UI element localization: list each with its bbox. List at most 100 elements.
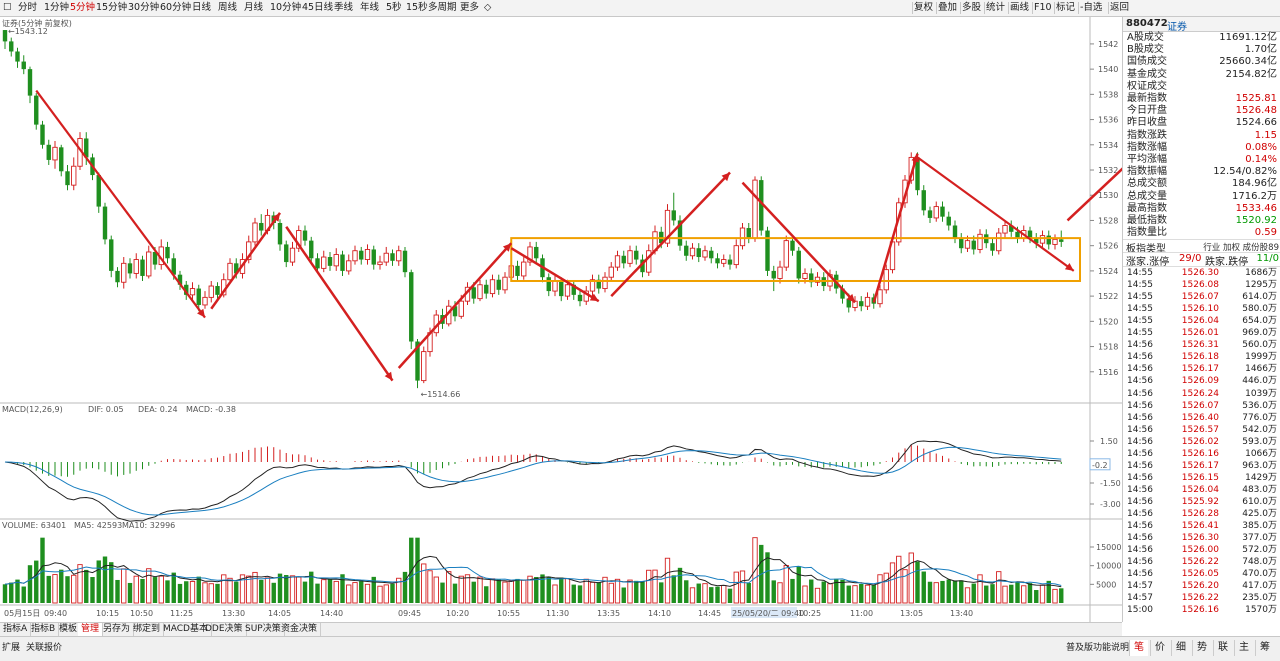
tick-price: 1526.24 (1181, 388, 1219, 399)
candle-body (559, 280, 564, 297)
time-axis-label: 14:45 (698, 609, 721, 618)
period-tab[interactable]: 30分钟 (128, 1, 159, 15)
volume-bar (2, 584, 8, 603)
volume-bar (471, 581, 476, 603)
tick-volume: 610.0万 (1242, 496, 1277, 507)
indicator-tab[interactable]: 另存为 (100, 623, 135, 636)
panel-mode-button[interactable]: 细 (1171, 640, 1190, 656)
tick-volume: 542.0万 (1242, 424, 1277, 435)
bottom-tab[interactable]: 扩展 (2, 641, 20, 655)
indicator-tab[interactable]: 资金决策 (278, 623, 322, 636)
time-axis-label: 25/05/20/二 09:40 (732, 609, 804, 618)
toolbar-button[interactable]: 统计 (986, 1, 1005, 15)
tick-volume: 1039万 (1245, 388, 1277, 399)
period-tab[interactable]: 5分钟 (70, 1, 95, 15)
chart-background (0, 17, 1122, 622)
volume-bar (546, 576, 551, 603)
volume-bar (765, 552, 770, 603)
volume-bar (227, 577, 233, 604)
tick-price: 1526.17 (1181, 460, 1219, 471)
candle-body (733, 245, 739, 266)
volume-bar (559, 577, 564, 603)
tick-price: 1526.07 (1181, 400, 1219, 411)
tick-volume: 1999万 (1245, 352, 1277, 363)
volume-bar (302, 581, 308, 603)
toolbar-button[interactable]: 标记 (1056, 1, 1075, 15)
time-axis-label: 10:25 (798, 609, 821, 618)
period-tab[interactable]: 10分钟 (270, 1, 301, 15)
toolbar-button[interactable]: F10 (1034, 1, 1052, 15)
candle-body (921, 190, 926, 211)
toolbar-button[interactable]: 返回 (1110, 1, 1129, 15)
help-link[interactable]: 普及版功能说明 (1066, 641, 1129, 655)
toolbar-button[interactable]: 多股 (962, 1, 981, 15)
bottom-tab[interactable]: 关联报价 (26, 641, 62, 655)
panel-mode-button[interactable]: 主 (1234, 640, 1253, 656)
period-tab[interactable]: 月线 (244, 1, 263, 15)
volume-bar (664, 557, 671, 604)
period-tab[interactable]: 年线 (360, 1, 379, 15)
toolbar-button[interactable]: 复权 (914, 1, 933, 15)
period-tab[interactable]: 15分钟 (96, 1, 127, 15)
stat-value: 1524.66 (1235, 117, 1277, 129)
toolbar-button[interactable]: 叠加 (938, 1, 957, 15)
candle-body (321, 256, 327, 269)
panel-mode-button[interactable]: 价 (1150, 640, 1169, 656)
candle-body (627, 250, 633, 264)
candle-body (484, 284, 489, 294)
stat-value: 12.54/0.82% (1213, 166, 1277, 178)
tick-time: 14:55 (1127, 304, 1153, 315)
toolbar-button[interactable]: -自选 (1080, 1, 1102, 15)
candle-body (859, 301, 864, 307)
volume-bar (77, 564, 83, 604)
bottom-bar: 扩展 关联报价 普及版功能说明笔价细势联主筹 (0, 636, 1280, 661)
price-axis-label: 1536 (1098, 116, 1118, 125)
volume-bar (196, 576, 201, 603)
candle-body (496, 279, 501, 290)
indicator-tab[interactable]: 指标A (0, 623, 32, 636)
menu-icon[interactable]: ☐ (3, 1, 12, 15)
volume-bar (484, 586, 489, 603)
period-tab[interactable]: 60分钟 (160, 1, 191, 15)
tick-volume: 572.0万 (1242, 545, 1277, 556)
tick-volume: 963.0万 (1242, 460, 1277, 471)
period-tab[interactable]: 日线 (192, 1, 211, 15)
price-axis-label: 1540 (1098, 65, 1118, 74)
time-axis-label: 13:40 (950, 609, 973, 618)
toolbar-button[interactable]: 画线 (1010, 1, 1029, 15)
tick-row: 14:55 1526.10 580.0万 (1125, 303, 1279, 315)
kline-chart[interactable]: 1542 1540 1538 1536 1534 1532 1530 1528 1526 1524… (0, 17, 1122, 622)
tick-price: 1526.01 (1181, 328, 1219, 339)
tick-row: 14:56 1526.04 483.0万 (1125, 484, 1279, 496)
period-tab[interactable]: 1分钟 (44, 1, 69, 15)
volume-bar (40, 537, 45, 603)
period-tab[interactable]: 周线 (218, 1, 237, 15)
period-tab[interactable]: 5秒 (386, 1, 402, 15)
volume-bar (508, 580, 514, 604)
period-tab[interactable]: 分时 (18, 1, 37, 15)
panel-mode-button[interactable]: 笔 (1129, 640, 1148, 656)
candle-body (146, 251, 152, 277)
period-tab[interactable]: 季线 (334, 1, 353, 15)
volume-bar (446, 571, 452, 604)
period-tab[interactable]: 45日线 (302, 1, 333, 15)
panel-mode-button[interactable]: 联 (1213, 640, 1232, 656)
indicator-tab[interactable]: 指标B (28, 623, 60, 636)
period-tab[interactable]: 更多 (460, 1, 479, 15)
tick-volume: 1686万 (1245, 268, 1277, 278)
panel-mode-button[interactable]: 势 (1192, 640, 1211, 656)
volume-bar (783, 565, 789, 604)
stat-row: 最高指数 1533.46 (1125, 203, 1279, 215)
period-tab[interactable]: 多周期 (428, 1, 457, 15)
volume-bar (189, 581, 196, 604)
panel-mode-button[interactable]: 筹 (1255, 640, 1274, 656)
index-code: 880472 (1126, 18, 1168, 29)
indicator-tab[interactable]: DDE决策 (202, 623, 247, 636)
candle-body (15, 51, 20, 62)
candle-body (1046, 235, 1051, 245)
tick-row: 14:56 1526.40 776.0万 (1125, 412, 1279, 424)
more-chevron-icon[interactable]: ◇ (484, 1, 491, 15)
period-tab[interactable]: 15秒 (406, 1, 428, 15)
indicator-tab[interactable]: 绑定到 (130, 623, 165, 636)
volume-bar (652, 569, 658, 604)
